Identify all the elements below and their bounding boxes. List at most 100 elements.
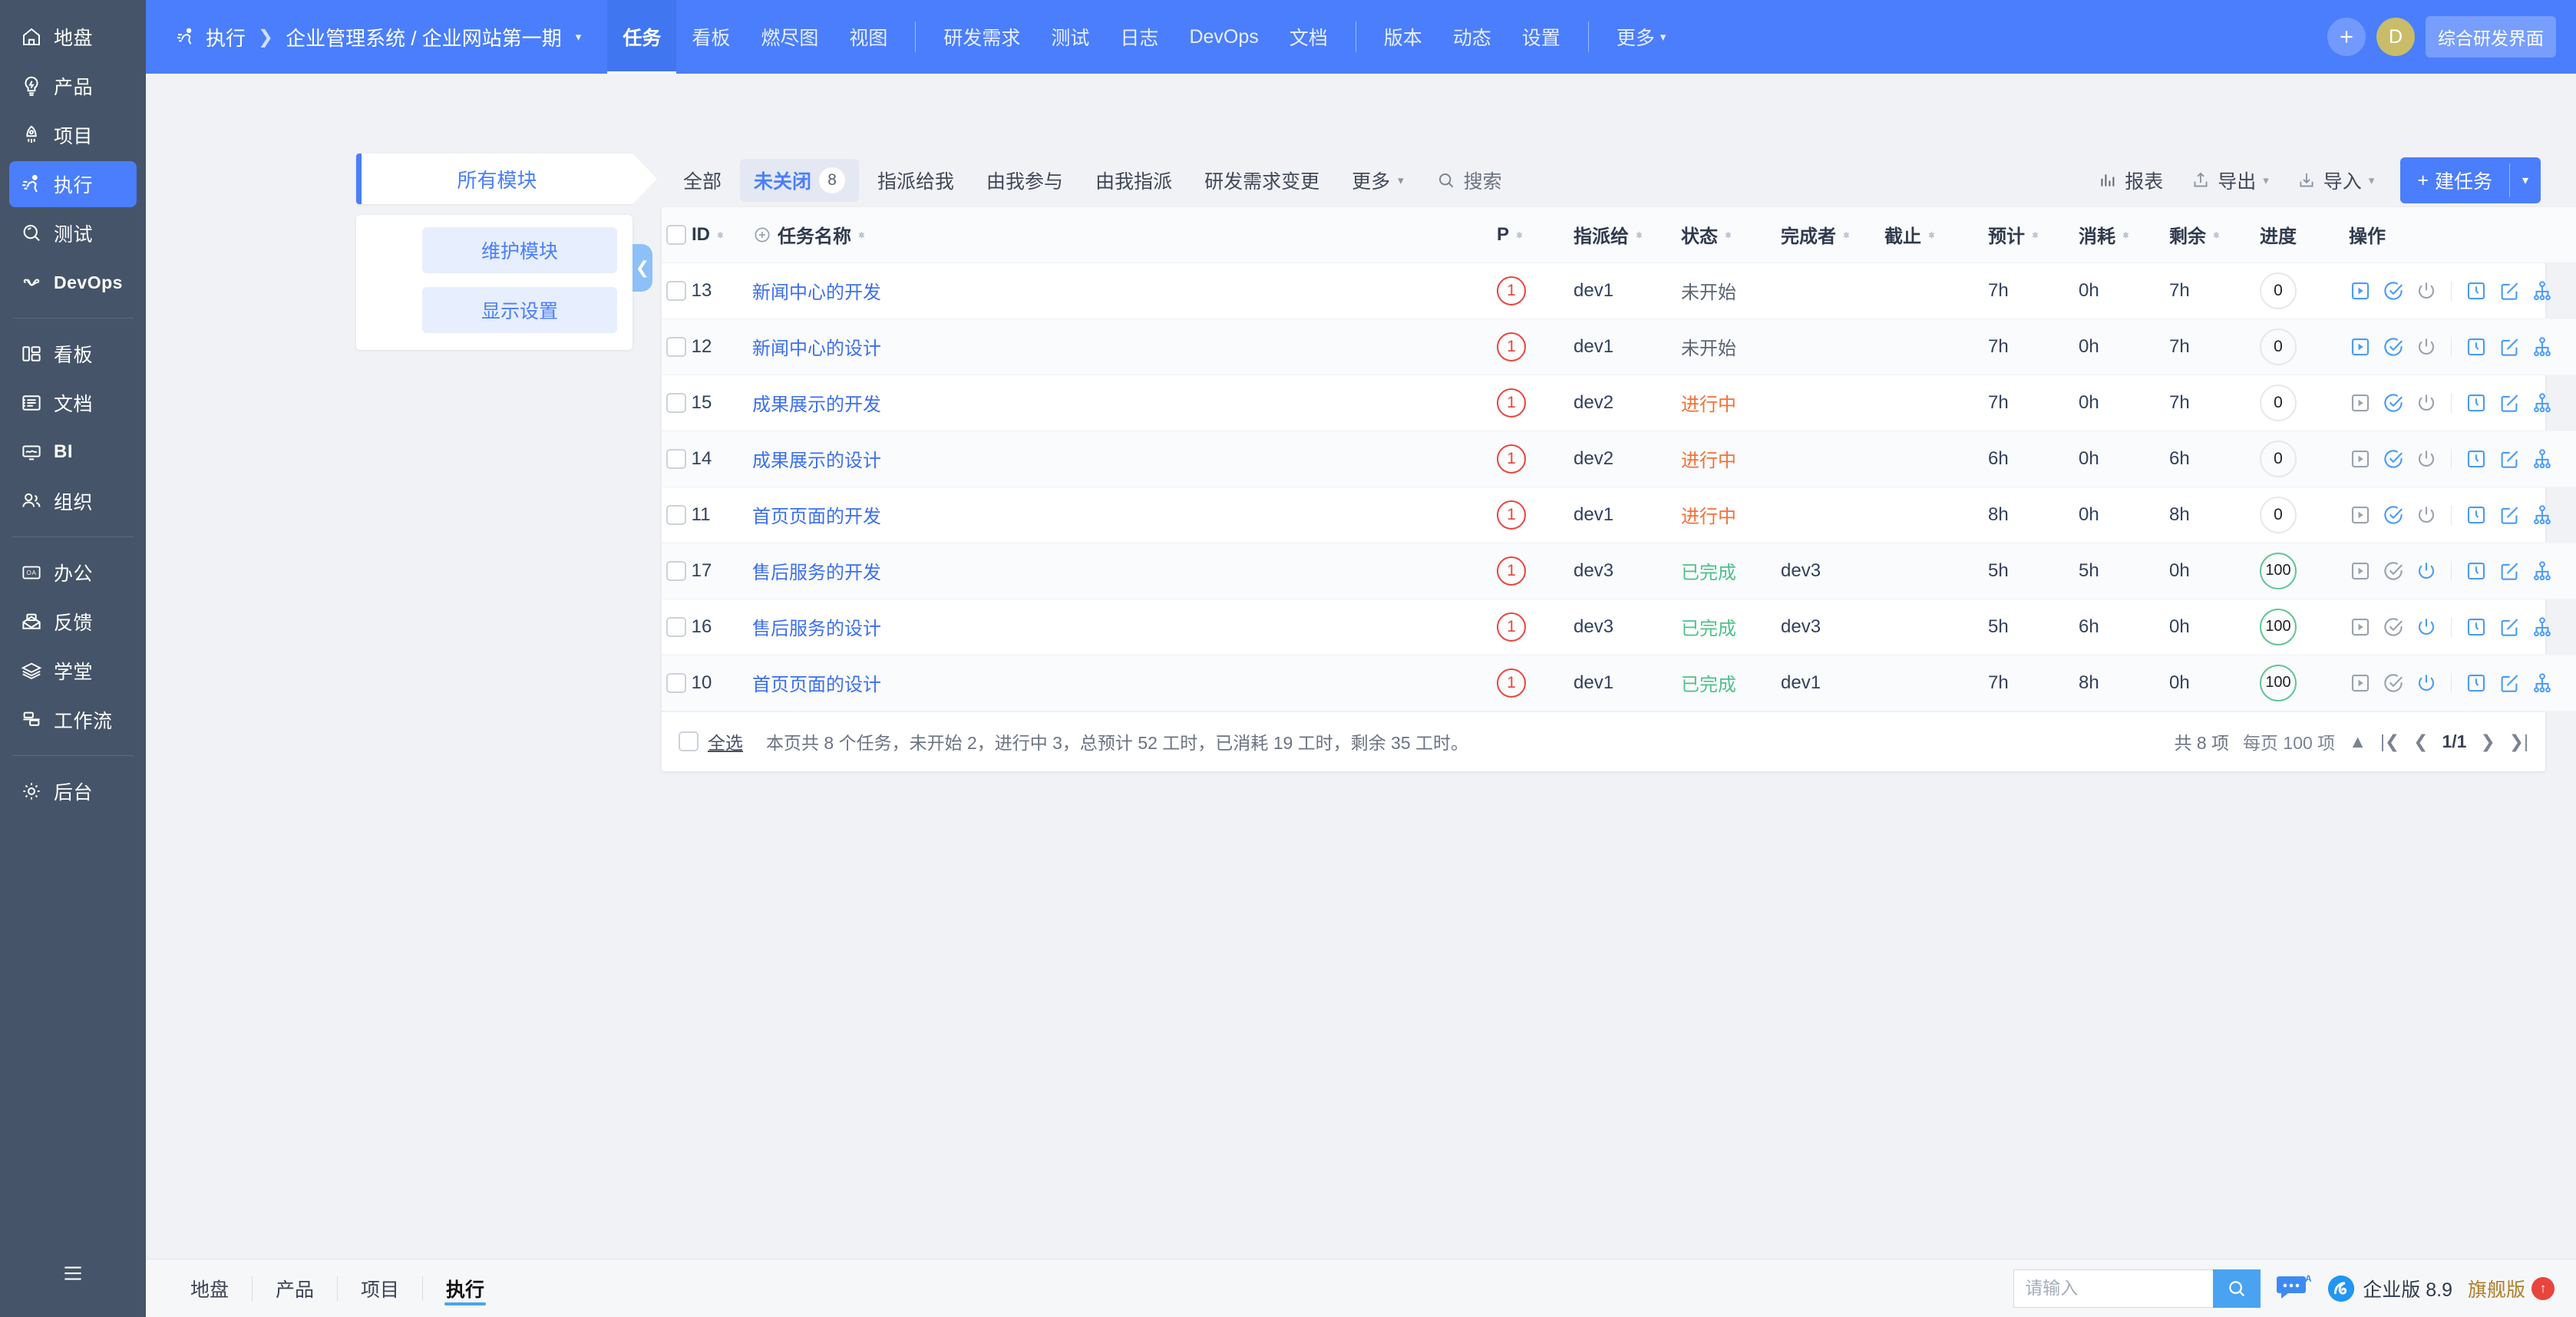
report-button[interactable]: 报表 bbox=[2086, 159, 2175, 202]
table-row[interactable]: 11 首页页面的开发 1 dev1 进行中 8h 0h 8h 0 bbox=[662, 487, 2576, 543]
pagination-next[interactable]: ❯ bbox=[2480, 731, 2495, 752]
task-name-link[interactable]: 首页页面的开发 bbox=[752, 507, 881, 527]
sidebar-item-chanpin[interactable]: 产品 bbox=[9, 63, 137, 109]
tab-gengduo[interactable]: 更多 ▾ bbox=[1601, 0, 1682, 74]
power-icon[interactable] bbox=[2415, 559, 2438, 583]
ui-switch-button[interactable]: 综合研发界面 bbox=[2426, 16, 2556, 58]
th-assigned[interactable]: 指派给 ▲ ▼ bbox=[1569, 207, 1676, 263]
bottom-tab-zhixing[interactable]: 执行 bbox=[423, 1266, 507, 1312]
breadcrumb[interactable]: 执行 ❯ 企业管理系统 / 企业网站第一期 ▾ bbox=[146, 0, 607, 74]
sidebar-item-zuzhi[interactable]: 组织 bbox=[9, 478, 137, 524]
row-checkbox[interactable] bbox=[666, 281, 686, 302]
sidebar-item-kanban[interactable]: 看板 bbox=[9, 331, 137, 377]
edition-badge[interactable]: 旗舰版 ↑ bbox=[2468, 1275, 2555, 1302]
task-name-link[interactable]: 售后服务的开发 bbox=[752, 563, 881, 583]
sort-icon[interactable]: ▲ ▼ bbox=[1634, 229, 1644, 240]
search-button[interactable]: 搜索 bbox=[1422, 159, 1516, 202]
table-row[interactable]: 13 新闻中心的开发 1 dev1 未开始 7h 0h 7h 0 bbox=[662, 262, 2576, 319]
tab-shezhi[interactable]: 设置 bbox=[1507, 0, 1576, 74]
sidebar-item-wendang[interactable]: 文档 bbox=[9, 380, 137, 426]
breadcrumb-root[interactable]: 执行 bbox=[206, 23, 246, 51]
clock-icon[interactable] bbox=[2465, 447, 2488, 470]
clock-icon[interactable] bbox=[2465, 279, 2488, 302]
sidebar-item-bangong[interactable]: OA 办公 bbox=[9, 550, 137, 596]
sidebar-item-diban[interactable]: 地盘 bbox=[9, 14, 137, 60]
row-checkbox[interactable] bbox=[666, 449, 686, 470]
sidebar-item-ceshi[interactable]: 测试 bbox=[9, 210, 137, 256]
filter-assigned-by-me[interactable]: 由我指派 bbox=[1082, 159, 1186, 202]
filter-unclosed[interactable]: 未关闭 8 bbox=[740, 159, 860, 202]
play-icon[interactable] bbox=[2349, 335, 2372, 358]
row-checkbox[interactable] bbox=[666, 393, 686, 414]
pagination-first[interactable]: |❮ bbox=[2380, 731, 2399, 752]
sidebar-item-gongzuoliu[interactable]: 工作流 bbox=[9, 697, 137, 743]
tab-wendang[interactable]: 文档 bbox=[1274, 0, 1343, 74]
pagination-last[interactable]: ❯| bbox=[2509, 731, 2528, 752]
tab-dongtai[interactable]: 动态 bbox=[1438, 0, 1507, 74]
power-icon[interactable] bbox=[2415, 391, 2438, 414]
chevron-up-icon[interactable]: ▲ bbox=[2349, 731, 2366, 752]
tab-devops[interactable]: DevOps bbox=[1174, 0, 1273, 74]
th-estimate[interactable]: 预计 ▲ ▼ bbox=[1983, 207, 2074, 263]
edit-icon[interactable] bbox=[2498, 447, 2521, 470]
bottom-tab-xiangmu[interactable]: 项目 bbox=[338, 1266, 422, 1312]
edit-icon[interactable] bbox=[2498, 559, 2521, 583]
split-branch-icon[interactable] bbox=[2531, 279, 2554, 302]
task-name-link[interactable]: 售后服务的设计 bbox=[752, 619, 881, 639]
import-button[interactable]: 导入 ▾ bbox=[2284, 159, 2387, 202]
sort-icon[interactable]: ▲ ▼ bbox=[1514, 229, 1524, 240]
create-task-button[interactable]: + 建任务 ▾ bbox=[2400, 157, 2541, 203]
check-circle-icon[interactable] bbox=[2382, 447, 2405, 470]
row-checkbox[interactable] bbox=[666, 505, 686, 526]
clock-icon[interactable] bbox=[2465, 503, 2488, 526]
sort-icon[interactable]: ▲ ▼ bbox=[2121, 229, 2131, 240]
play-icon[interactable] bbox=[2349, 672, 2372, 695]
tab-rizhi[interactable]: 日志 bbox=[1105, 0, 1174, 74]
power-icon[interactable] bbox=[2415, 447, 2438, 470]
check-circle-icon[interactable] bbox=[2382, 279, 2405, 302]
filter-more[interactable]: 更多 ▾ bbox=[1338, 159, 1418, 202]
sort-icon[interactable]: ▲ ▼ bbox=[1841, 229, 1851, 240]
edit-icon[interactable] bbox=[2498, 391, 2521, 414]
table-row[interactable]: 16 售后服务的设计 1 dev3 已完成 dev3 5h 6h 0h 100 bbox=[662, 599, 2576, 655]
ai-assistant-button[interactable]: AI bbox=[2276, 1272, 2311, 1305]
add-button[interactable] bbox=[2327, 18, 2366, 56]
th-consumed[interactable]: 消耗 ▲ ▼ bbox=[2074, 207, 2165, 263]
table-row[interactable]: 17 售后服务的开发 1 dev3 已完成 dev3 5h 5h 0h 100 bbox=[662, 543, 2576, 599]
tab-banben[interactable]: 版本 bbox=[1369, 0, 1438, 74]
table-row[interactable]: 10 首页页面的设计 1 dev1 已完成 dev1 7h 8h 0h 100 bbox=[662, 655, 2576, 711]
bottom-tab-chanpin[interactable]: 产品 bbox=[253, 1266, 337, 1312]
tab-yanfaxuqiu[interactable]: 研发需求 bbox=[928, 0, 1035, 74]
th-deadline[interactable]: 截止 ▲ ▼ bbox=[1880, 207, 1983, 263]
avatar[interactable]: D bbox=[2376, 18, 2415, 56]
search-input[interactable] bbox=[2013, 1269, 2214, 1308]
sort-icon[interactable]: ▲ ▼ bbox=[2211, 229, 2221, 240]
sidebar-collapse-button[interactable] bbox=[0, 1246, 146, 1300]
clock-icon[interactable] bbox=[2465, 391, 2488, 414]
tab-ceshi[interactable]: 测试 bbox=[1035, 0, 1105, 74]
chevron-down-icon[interactable]: ▾ bbox=[576, 30, 582, 44]
check-circle-icon[interactable] bbox=[2382, 672, 2405, 695]
power-icon[interactable] bbox=[2415, 503, 2438, 526]
tab-renwu[interactable]: 任务 bbox=[607, 0, 677, 74]
check-circle-icon[interactable] bbox=[2382, 616, 2405, 639]
edit-icon[interactable] bbox=[2498, 503, 2521, 526]
row-checkbox[interactable] bbox=[666, 673, 686, 694]
upgrade-arrow-icon[interactable]: ↑ bbox=[2531, 1276, 2555, 1300]
sidebar-item-bi[interactable]: BI bbox=[9, 429, 137, 475]
filter-assigned-to-me[interactable]: 指派给我 bbox=[864, 159, 968, 202]
pagination-prev[interactable]: ❮ bbox=[2413, 731, 2428, 752]
edit-icon[interactable] bbox=[2498, 335, 2521, 358]
breadcrumb-path[interactable]: 企业管理系统 / 企业网站第一期 bbox=[286, 23, 562, 51]
power-icon[interactable] bbox=[2415, 672, 2438, 695]
sidebar-item-xiangmu[interactable]: 项目 bbox=[9, 112, 137, 158]
sort-icon[interactable]: ▲ ▼ bbox=[1927, 229, 1937, 240]
edit-icon[interactable] bbox=[2498, 616, 2521, 639]
power-icon[interactable] bbox=[2415, 335, 2438, 358]
clock-icon[interactable] bbox=[2465, 616, 2488, 639]
create-task-dropdown[interactable]: ▾ bbox=[2510, 157, 2541, 203]
tab-ranjintu[interactable]: 燃尽图 bbox=[745, 0, 834, 74]
bottom-tab-diban[interactable]: 地盘 bbox=[167, 1266, 252, 1312]
sidebar-item-devops[interactable]: DevOps bbox=[9, 259, 137, 305]
edit-icon[interactable] bbox=[2498, 279, 2521, 302]
